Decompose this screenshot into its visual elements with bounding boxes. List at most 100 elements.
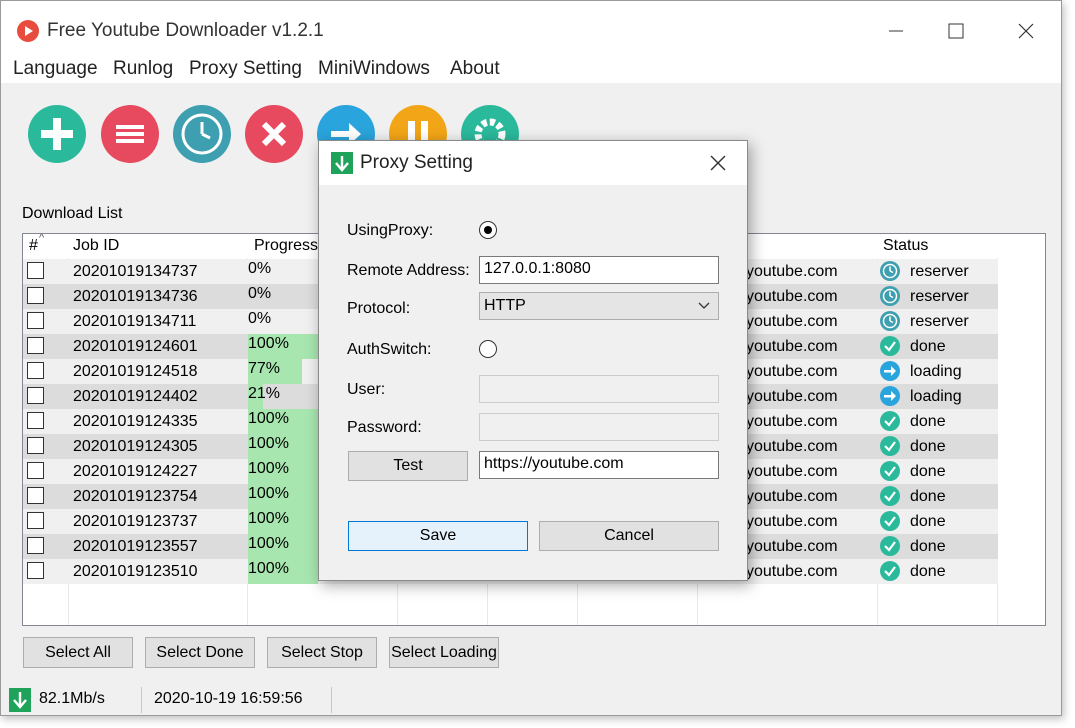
row-checkbox[interactable]: [27, 437, 44, 454]
test-button[interactable]: Test: [348, 451, 468, 481]
job-id: 20201019134736: [73, 288, 198, 305]
row-checkbox[interactable]: [27, 312, 44, 329]
url-cell: youtube.com: [746, 263, 838, 280]
title-bar: Free Youtube Downloader v1.2.1: [1, 1, 1061, 53]
job-id: 20201019134711: [73, 313, 197, 330]
add-button[interactable]: [28, 105, 86, 163]
radio-selected-dot: [484, 226, 492, 234]
row-checkbox[interactable]: [27, 387, 44, 404]
menu-runlog[interactable]: Runlog: [113, 58, 173, 80]
progress-text: 100%: [248, 485, 289, 502]
check-icon: [880, 336, 900, 356]
url-cell: youtube.com: [746, 463, 838, 480]
menu-bar: Language Runlog Proxy Setting MiniWindow…: [1, 53, 1061, 83]
progress-text: 21%: [248, 385, 281, 402]
select-stop-button[interactable]: Select Stop: [267, 637, 377, 668]
select-all-button[interactable]: Select All: [23, 637, 133, 668]
url-cell: youtube.com: [746, 438, 838, 455]
close-icon[interactable]: [707, 152, 729, 174]
download-arrow-icon: [9, 688, 31, 712]
progress-bar: 100%: [248, 534, 318, 559]
cancel-button[interactable]: Cancel: [539, 521, 719, 551]
download-arrow-icon: [331, 152, 353, 174]
progress-bar: 100%: [248, 334, 318, 359]
row-checkbox[interactable]: [27, 337, 44, 354]
job-id: 20201019124518: [73, 363, 198, 380]
check-icon: [880, 436, 900, 456]
dialog-title-bar: Proxy Setting: [319, 141, 747, 185]
url-cell: youtube.com: [746, 363, 838, 380]
auth-switch-radio[interactable]: [479, 340, 497, 358]
status-text: loading: [910, 363, 962, 380]
progress-text: 100%: [248, 435, 289, 452]
status-separator: [331, 687, 332, 713]
password-input[interactable]: [479, 413, 719, 441]
row-checkbox[interactable]: [27, 512, 44, 529]
status-text: done: [910, 338, 946, 355]
close-icon[interactable]: [1007, 15, 1047, 45]
check-icon: [880, 561, 900, 581]
row-checkbox[interactable]: [27, 412, 44, 429]
remote-address-input[interactable]: 127.0.0.1:8080: [479, 256, 719, 284]
progress-text: 100%: [248, 510, 289, 527]
using-proxy-label: UsingProxy:: [347, 222, 434, 239]
delete-button[interactable]: [245, 105, 303, 163]
status-text: done: [910, 413, 946, 430]
column-header-index[interactable]: #: [29, 237, 38, 255]
row-checkbox[interactable]: [27, 287, 44, 304]
column-header-status[interactable]: Status: [883, 237, 928, 255]
clock-icon: [880, 261, 900, 281]
url-cell: youtube.com: [746, 538, 838, 555]
menu-proxy-setting[interactable]: Proxy Setting: [189, 58, 302, 80]
url-cell: youtube.com: [746, 488, 838, 505]
check-icon: [880, 411, 900, 431]
row-checkbox[interactable]: [27, 487, 44, 504]
proxy-setting-dialog: Proxy Setting UsingProxy: Remote Address…: [318, 140, 748, 581]
job-id: 20201019124227: [73, 463, 198, 480]
progress-bar: 0%: [248, 309, 318, 334]
schedule-button[interactable]: [173, 105, 231, 163]
row-checkbox[interactable]: [27, 362, 44, 379]
save-button[interactable]: Save: [348, 521, 528, 551]
row-checkbox[interactable]: [27, 462, 44, 479]
row-checkbox[interactable]: [27, 562, 44, 579]
list-button[interactable]: [101, 105, 159, 163]
protocol-label: Protocol:: [347, 300, 411, 317]
row-checkbox[interactable]: [27, 262, 44, 279]
url-cell: youtube.com: [746, 288, 838, 305]
select-done-button[interactable]: Select Done: [145, 637, 255, 668]
status-text: done: [910, 513, 946, 530]
select-loading-button[interactable]: Select Loading: [389, 637, 499, 668]
menu-language[interactable]: Language: [13, 58, 98, 80]
progress-bar: 100%: [248, 409, 318, 434]
progress-bar: 0%: [248, 259, 318, 284]
progress-text: 0%: [248, 260, 272, 277]
column-header-job-id[interactable]: Job ID: [73, 237, 119, 255]
menu-about[interactable]: About: [450, 58, 500, 80]
job-id: 20201019134737: [73, 263, 198, 280]
status-text: reserver: [910, 263, 969, 280]
maximize-icon[interactable]: [937, 15, 977, 45]
menu-miniwindows[interactable]: MiniWindows: [318, 58, 430, 80]
progress-bar: 100%: [248, 484, 318, 509]
password-label: Password:: [347, 419, 422, 436]
minimize-icon[interactable]: [877, 15, 917, 45]
progress-bar: 100%: [248, 509, 318, 534]
progress-bar: 100%: [248, 459, 318, 484]
download-list-label: Download List: [22, 205, 123, 222]
row-checkbox[interactable]: [27, 537, 44, 554]
auth-switch-label: AuthSwitch:: [347, 341, 432, 358]
test-url-input[interactable]: https://youtube.com: [479, 451, 719, 479]
using-proxy-radio[interactable]: [479, 221, 497, 239]
user-input[interactable]: [479, 375, 719, 403]
url-cell: youtube.com: [746, 413, 838, 430]
progress-text: 100%: [248, 335, 289, 352]
progress-text: 100%: [248, 535, 289, 552]
status-text: done: [910, 488, 946, 505]
protocol-select[interactable]: HTTP: [479, 292, 719, 320]
delete-icon: [245, 105, 303, 163]
status-text: done: [910, 463, 946, 480]
job-id: 20201019123754: [73, 488, 198, 505]
status-text: done: [910, 538, 946, 555]
job-id: 20201019124335: [73, 413, 198, 430]
